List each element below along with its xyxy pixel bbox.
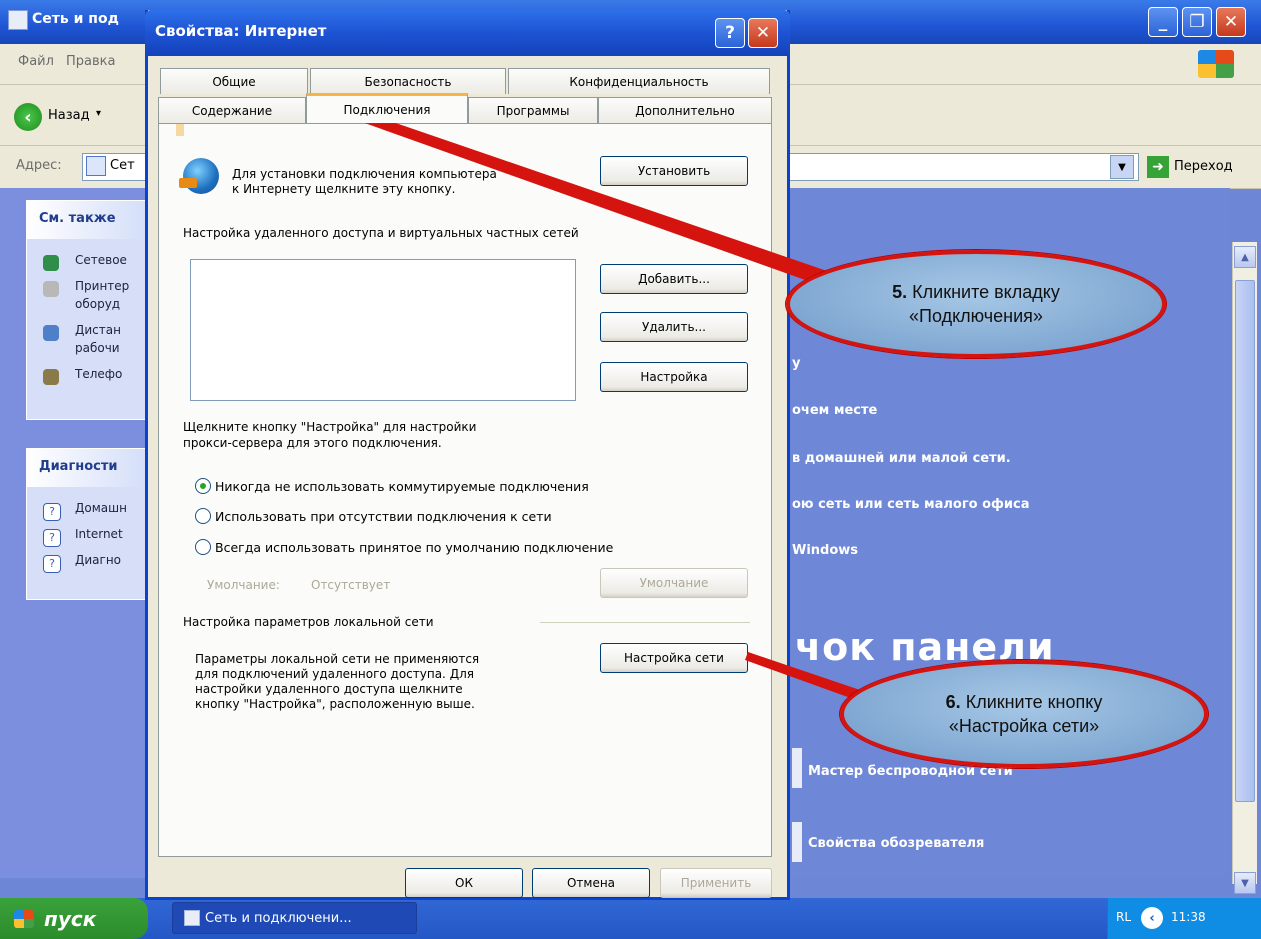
annotation-arrows [345, 108, 860, 700]
arrow-to-connections-tab [345, 108, 830, 286]
step6-callout: 6. Кликните кнопку «Настройка сети» [840, 660, 1208, 768]
step6-line1: Кликните кнопку [965, 692, 1103, 712]
step5-line1: Кликните вкладку [912, 282, 1060, 302]
step5-callout: 5. Кликните вкладку «Подключения» [786, 250, 1166, 358]
step6-number: 6. [945, 692, 961, 712]
arrow-to-lan-button [745, 652, 860, 700]
step5-number: 5. [892, 282, 908, 302]
step6-line2: «Настройка сети» [948, 716, 1100, 736]
step5-line2: «Подключения» [909, 306, 1043, 326]
tab-connections[interactable]: Подключения [306, 93, 468, 123]
